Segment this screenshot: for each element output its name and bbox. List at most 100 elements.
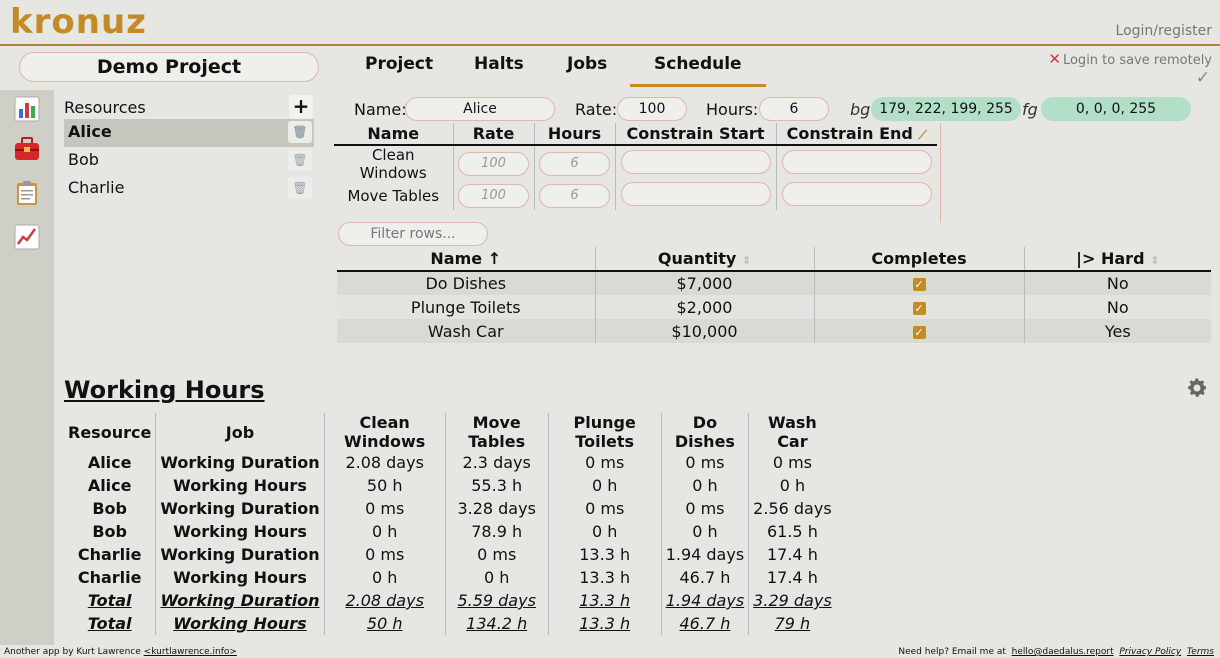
metric-cell: Working Duration [155,497,325,520]
metric-cell: Working Duration [155,451,325,474]
check-icon: ✓ [1195,68,1210,88]
completes-checkbox[interactable]: ✓ [912,325,926,339]
app-header: kronuz Login/register [0,0,1220,46]
tab-schedule[interactable]: Schedule [630,54,766,87]
resource-label: Charlie [68,178,125,197]
metric-cell: Working Duration [155,589,325,612]
table-row: Charlie Working Hours 0 h0 h 13.3 h 46.7 h 17… [64,566,836,589]
value-cell: 0 ms [547,451,662,474]
metric-cell: Working Hours [155,612,325,635]
constrain-start-input[interactable] [620,182,771,206]
completes-checkbox[interactable]: ✓ [912,301,926,315]
rate-label: Rate: [575,100,618,119]
value-cell: 0 h [660,474,749,497]
gear-icon[interactable] [1185,376,1209,400]
col-rate: Rate [452,123,534,146]
help-text: Need help? Email me at [898,647,1006,657]
tab-halts[interactable]: Halts [474,54,524,74]
save-status-text: Login to save remotely [1062,53,1212,68]
col-header: Do Dishes [660,413,749,451]
value-cell: 50 h [323,612,446,635]
value-cell: 79 h [748,612,836,635]
value-cell: 1.94 days [660,543,749,566]
col-hard-label: |> Hard [1076,249,1145,268]
trash-icon[interactable]: 🗑 [288,177,312,199]
constrain-end-input[interactable] [781,182,932,206]
broom-icon[interactable]: ⟋ [918,128,926,142]
hours-label: Hours: [706,100,759,119]
sort-icon: ⇕ [741,254,752,267]
divider [940,123,941,223]
rate-input[interactable]: 100 [617,97,687,121]
resource-item-alice[interactable]: Alice 🗑 [64,119,314,147]
rate-override-input[interactable]: 100 [458,184,529,208]
footer-credit-text: Another app by Kurt Lawrence [4,647,141,657]
rate-cell: 100 [452,145,534,182]
resource-item-bob[interactable]: Bob 🗑 [64,147,314,175]
project-name-field[interactable]: Demo Project [19,52,319,82]
constrain-start-input[interactable] [620,150,771,174]
value-cell: 46.7 h [660,566,749,589]
table-row[interactable]: Do Dishes $7,000 ✓ No [337,271,1211,295]
job-quantity: $7,000 [594,271,814,295]
name-input[interactable]: Alice [405,97,555,121]
hours-override-input[interactable]: 6 [539,152,610,176]
fg-color-input[interactable]: 0, 0, 0, 255 [1041,97,1191,121]
app-logo[interactable]: kronuz [10,2,147,42]
metric-cell: Working Hours [155,520,325,543]
resource-cell: Bob [92,522,127,541]
col-header: Clean Windows [323,413,446,451]
job-hard: No [1023,295,1211,319]
value-cell: 2.08 days [323,451,446,474]
save-status[interactable]: ✕ Login to save remotely [1048,50,1212,68]
job-name: Do Dishes [337,271,595,295]
login-register-link[interactable]: Login/register [1116,23,1212,39]
clipboard-icon[interactable] [14,180,40,206]
col-name-sort[interactable]: Name ↑ [337,247,595,272]
value-cell: 2.56 days [748,497,836,520]
col-quantity[interactable]: Quantity ⇕ [594,247,814,272]
job-name: Plunge Toilets [337,295,595,319]
bg-color-input[interactable]: 179, 222, 199, 255 [871,97,1021,121]
table-row: Bob Working Hours 0 h 78.9 h0 h0 h 61.5 h [64,520,836,543]
terms-link[interactable]: Terms [1187,647,1214,657]
trash-icon[interactable]: 🗑 [288,149,312,171]
table-row: Alice Working Duration 2.08 days 2.3 days 0 … [64,451,836,474]
left-rail [0,90,54,645]
table-row: Total Working Hours 50 h 134.2 h 13.3 h 46.7 … [64,612,836,635]
add-resource-button[interactable]: + [289,95,313,119]
metric-cell: Working Hours [155,566,325,589]
filter-rows-input[interactable]: Filter rows... [338,222,488,246]
resource-item-charlie[interactable]: Charlie 🗑 [64,175,314,203]
trash-icon[interactable]: 🗑 [288,121,312,143]
value-cell: 0 h [660,520,749,543]
resource-cell: Alice [87,453,132,472]
sort-icon: ⇕ [1150,254,1160,267]
table-row[interactable]: Wash Car $10,000 ✓ Yes [337,319,1211,343]
hours-override-input[interactable]: 6 [539,184,610,208]
col-hard[interactable]: |> Hard ⇕ [1023,247,1211,272]
rate-override-input[interactable]: 100 [458,152,529,176]
line-chart-icon[interactable] [14,224,40,250]
completes-cell: ✓ [813,271,1024,295]
table-row[interactable]: Plunge Toilets $2,000 ✓ No [337,295,1211,319]
tab-project[interactable]: Project [365,54,433,74]
hours-input[interactable]: 6 [759,97,829,121]
bar-chart-icon[interactable] [14,96,40,122]
footer-links: Need help? Email me at hello@daedalus.re… [898,647,1214,657]
email-link[interactable]: hello@daedalus.report [1012,647,1114,657]
value-cell: 78.9 h [444,520,549,543]
completes-checkbox[interactable]: ✓ [912,278,926,291]
col-completes: Completes [813,247,1024,272]
constrain-end-input[interactable] [781,150,932,174]
toolbox-icon[interactable] [14,136,40,162]
col-constrain-end: Constrain End ⟋ [775,123,937,146]
author-link[interactable]: <kurtlawrence.info> [144,647,237,657]
table-row: Total Working Duration 2.08 days 5.59 days 1… [64,589,836,612]
value-cell: 1.94 days [660,589,749,612]
privacy-link[interactable]: Privacy Policy [1119,647,1181,657]
tab-jobs[interactable]: Jobs [567,54,607,74]
metric-cell: Working Hours [155,474,325,497]
value-cell: 2.08 days [323,589,446,612]
col-header: Resource [68,422,152,442]
